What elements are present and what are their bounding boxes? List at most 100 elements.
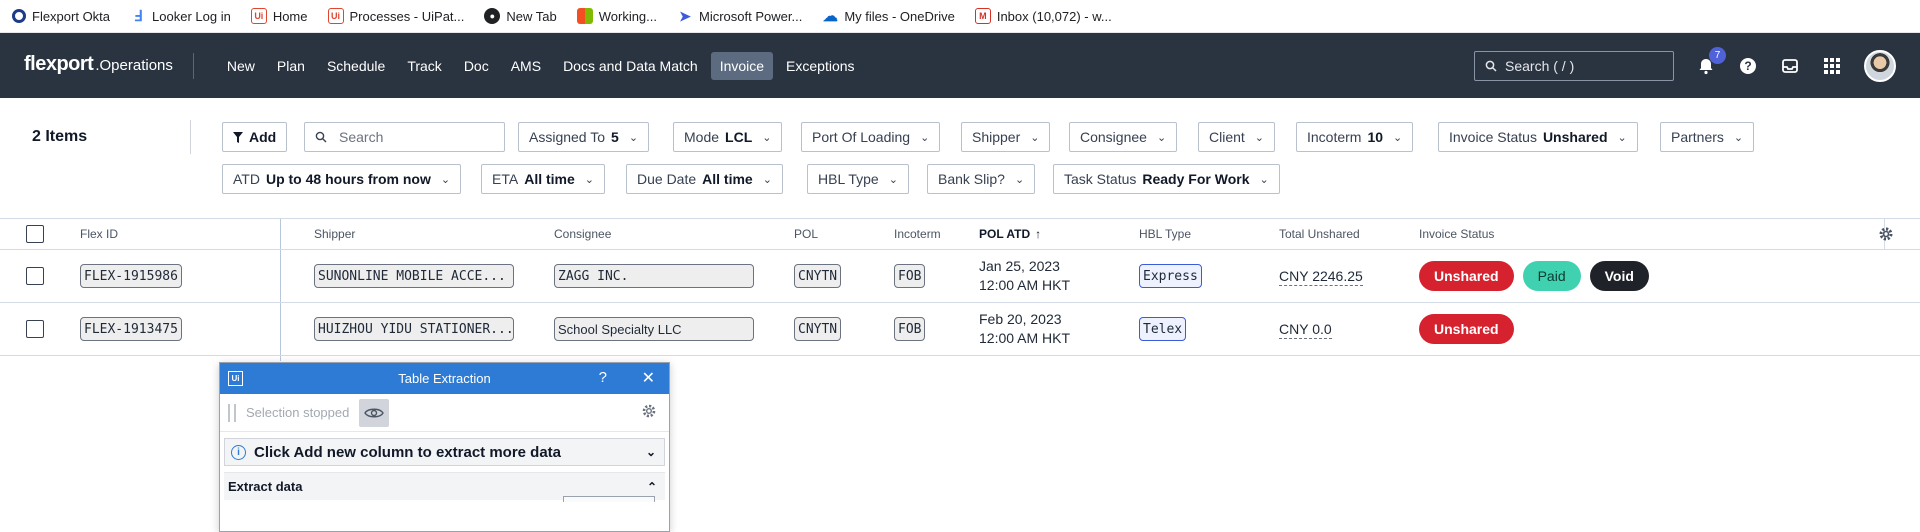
filter-client[interactable]: Client ⌄ bbox=[1198, 122, 1276, 152]
nav-item-new[interactable]: New bbox=[218, 52, 264, 80]
filter-consignee[interactable]: Consignee ⌄ bbox=[1069, 122, 1178, 152]
info-message: Click Add new column to extract more dat… bbox=[254, 443, 562, 461]
chevron-down-icon: ⌄ bbox=[1733, 131, 1744, 144]
filter-due-date[interactable]: Due Date All time ⌄ bbox=[626, 164, 783, 194]
close-button[interactable]: ✕ bbox=[642, 368, 655, 388]
add-filter-button[interactable]: Add bbox=[222, 122, 288, 152]
hbl-type-cell: Express bbox=[1139, 250, 1202, 302]
filter-search-input[interactable]: Search bbox=[304, 122, 505, 152]
search-icon bbox=[1485, 60, 1497, 72]
status-badge-unshared[interactable]: Unshared bbox=[1419, 314, 1514, 344]
filter-invoice-status[interactable]: Invoice Status Unshared ⌄ bbox=[1438, 122, 1638, 152]
global-search-input[interactable]: Search ( / ) bbox=[1474, 50, 1674, 81]
header-pol[interactable]: POL bbox=[794, 219, 818, 249]
bookmark-looker[interactable]: Ⅎ Looker Log in bbox=[130, 8, 231, 25]
flex-id-field[interactable]: FLEX-1913475 bbox=[80, 317, 182, 341]
header-incoterm[interactable]: Incoterm bbox=[894, 219, 941, 249]
filter-task-status[interactable]: Task Status Ready For Work ⌄ bbox=[1053, 164, 1280, 194]
filter-shipper[interactable]: Shipper ⌄ bbox=[961, 122, 1051, 152]
header-invoice-status[interactable]: Invoice Status bbox=[1419, 219, 1494, 249]
filter-mode[interactable]: Mode LCL ⌄ bbox=[673, 122, 783, 152]
pause-icon[interactable] bbox=[228, 403, 236, 422]
column-settings-button[interactable] bbox=[1878, 219, 1894, 249]
header-flex-id[interactable]: Flex ID bbox=[80, 219, 118, 249]
shipper-field[interactable]: HUIZHOU YIDU STATIONER... bbox=[314, 317, 514, 341]
bookmark-inbox[interactable]: M Inbox (10,072) - w... bbox=[974, 8, 1112, 24]
pol-field[interactable]: CNYTN bbox=[794, 264, 842, 288]
header-total-unshared[interactable]: Total Unshared bbox=[1279, 219, 1360, 249]
consignee-field[interactable]: ZAGG INC. bbox=[554, 264, 754, 288]
header-hbl-type[interactable]: HBL Type bbox=[1139, 219, 1191, 249]
bookmark-power-automate[interactable]: ➤ Microsoft Power... bbox=[677, 8, 802, 24]
nav-item-docs-data-match[interactable]: Docs and Data Match bbox=[554, 52, 707, 80]
search-icon bbox=[315, 131, 327, 143]
filter-hbl-type[interactable]: HBL Type ⌄ bbox=[807, 164, 909, 194]
nav-item-invoice[interactable]: Invoice bbox=[710, 51, 774, 80]
help-button[interactable]: ? bbox=[1738, 56, 1758, 76]
bookmark-processes[interactable]: Ui Processes - UiPat... bbox=[327, 8, 464, 24]
hbl-type-field[interactable]: Telex bbox=[1139, 317, 1187, 341]
bookmark-working[interactable]: Working... bbox=[576, 8, 657, 24]
filter-eta[interactable]: ETA All time ⌄ bbox=[481, 164, 605, 194]
select-all-checkbox[interactable] bbox=[26, 225, 44, 243]
bookmark-home[interactable]: Ui Home bbox=[250, 8, 308, 24]
help-button[interactable]: ? bbox=[599, 369, 607, 386]
hbl-type-field[interactable]: Express bbox=[1139, 264, 1202, 288]
nav-item-doc[interactable]: Doc bbox=[455, 52, 498, 80]
status-badge-void[interactable]: Void bbox=[1589, 261, 1649, 291]
apps-button[interactable] bbox=[1822, 56, 1842, 76]
flexport-logo[interactable]: flexport .Operations bbox=[24, 52, 194, 79]
uipath-icon: Ui bbox=[250, 8, 267, 24]
incoterm-field[interactable]: FOB bbox=[894, 264, 926, 288]
header-consignee[interactable]: Consignee bbox=[554, 219, 611, 249]
nav-item-ams[interactable]: AMS bbox=[502, 52, 550, 80]
add-column-info[interactable]: i Click Add new column to extract more d… bbox=[224, 438, 665, 466]
chevron-down-icon: ⌄ bbox=[1259, 173, 1269, 186]
okta-icon bbox=[12, 9, 26, 23]
chevron-down-icon: ⌄ bbox=[645, 445, 656, 459]
table-row[interactable]: FLEX-1913475 HUIZHOU YIDU STATIONER... S… bbox=[0, 303, 1920, 356]
bookmark-flexport-okta[interactable]: Flexport Okta bbox=[12, 9, 110, 24]
filter-incoterm[interactable]: Incoterm 10 ⌄ bbox=[1296, 122, 1414, 152]
bookmark-label: Home bbox=[272, 8, 308, 24]
flex-id-field[interactable]: FLEX-1915986 bbox=[80, 264, 182, 288]
header-pol-atd[interactable]: POL ATD ↑ bbox=[979, 219, 1041, 249]
consignee-field[interactable]: School Specialty LLC bbox=[554, 317, 754, 341]
inbox-button[interactable] bbox=[1780, 56, 1800, 76]
bookmark-new-tab[interactable]: ● New Tab bbox=[484, 8, 557, 24]
preview-toggle-button[interactable] bbox=[359, 398, 390, 427]
row-checkbox[interactable] bbox=[26, 320, 44, 338]
filter-bank-slip[interactable]: Bank Slip? ⌄ bbox=[927, 164, 1036, 194]
filter-atd[interactable]: ATD Up to 48 hours from now ⌄ bbox=[222, 164, 462, 194]
panel-button-stub[interactable] bbox=[563, 496, 655, 502]
filter-port-of-loading[interactable]: Port Of Loading ⌄ bbox=[801, 122, 941, 152]
nav-item-plan[interactable]: Plan bbox=[268, 52, 314, 80]
header-shipper[interactable]: Shipper bbox=[314, 219, 355, 249]
nav-item-track[interactable]: Track bbox=[398, 52, 450, 80]
chevron-down-icon: ⌄ bbox=[1617, 131, 1627, 144]
nav-item-exceptions[interactable]: Exceptions bbox=[777, 52, 863, 80]
row-select-cell bbox=[26, 303, 44, 355]
filter-assigned-to[interactable]: Assigned To 5 ⌄ bbox=[518, 122, 650, 152]
incoterm-field[interactable]: FOB bbox=[894, 317, 926, 341]
shipper-field[interactable]: SUNONLINE MOBILE ACCE... bbox=[314, 264, 514, 288]
pol-field[interactable]: CNYTN bbox=[794, 317, 842, 341]
extract-data-section[interactable]: Extract data ⌃ bbox=[224, 472, 665, 502]
filter-label: Consignee bbox=[1080, 129, 1147, 145]
row-checkbox[interactable] bbox=[26, 267, 44, 285]
incoterm-cell: FOB bbox=[894, 303, 926, 355]
table-row[interactable]: FLEX-1915986 SUNONLINE MOBILE ACCE... ZA… bbox=[0, 250, 1920, 303]
filter-value: LCL bbox=[725, 129, 753, 145]
status-badge-paid[interactable]: Paid bbox=[1522, 261, 1581, 291]
uipath-icon: Ui bbox=[327, 8, 344, 24]
panel-settings-button[interactable] bbox=[641, 403, 657, 422]
status-badge-unshared[interactable]: Unshared bbox=[1419, 261, 1514, 291]
nav-item-schedule[interactable]: Schedule bbox=[318, 52, 394, 80]
total-unshared-value[interactable]: CNY 2246.25 bbox=[1279, 267, 1363, 286]
panel-title-bar[interactable]: Ui Table Extraction ? ✕ bbox=[220, 363, 669, 394]
user-avatar[interactable] bbox=[1864, 49, 1896, 82]
bookmark-onedrive[interactable]: ☁ My files - OneDrive bbox=[822, 8, 955, 25]
filter-partners[interactable]: Partners ⌄ bbox=[1660, 122, 1755, 152]
total-unshared-value[interactable]: CNY 0.0 bbox=[1279, 320, 1332, 339]
notifications-button[interactable]: 7 bbox=[1696, 46, 1726, 76]
